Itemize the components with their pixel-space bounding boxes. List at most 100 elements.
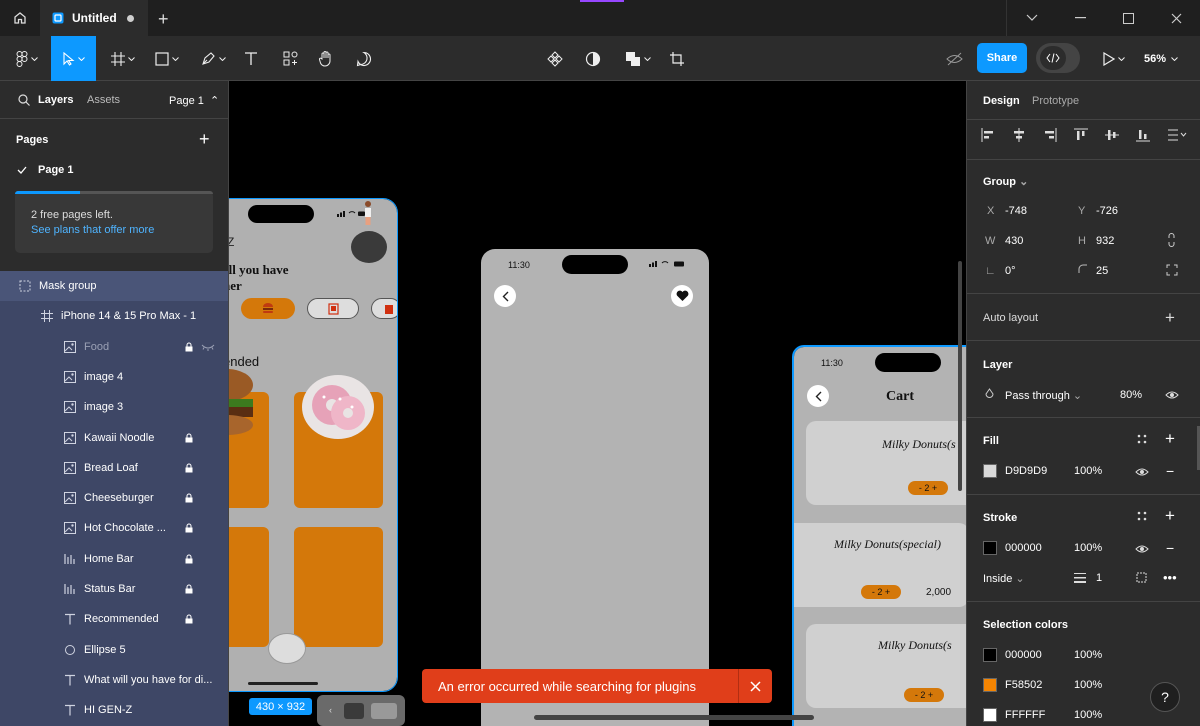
height-input[interactable]: 932 [1096, 235, 1114, 247]
hidden-eye-icon[interactable] [201, 343, 215, 351]
help-button[interactable]: ? [1150, 682, 1180, 712]
quantity-stepper[interactable]: - 2 + [904, 688, 944, 702]
home-button[interactable] [0, 0, 40, 36]
move-tool-button[interactable] [51, 36, 96, 81]
crop-button[interactable] [664, 36, 690, 81]
constrain-proportions-icon[interactable] [1167, 233, 1176, 247]
main-menu-button[interactable] [8, 36, 46, 81]
share-button[interactable]: Share [977, 43, 1027, 73]
layer-row[interactable]: Hot Chocolate ... [0, 513, 228, 543]
mask-button[interactable] [580, 36, 606, 81]
back-button[interactable] [494, 285, 516, 307]
minimize-icon[interactable] [1074, 17, 1086, 19]
rotation-input[interactable]: 0° [1005, 265, 1016, 277]
horizontal-scrollbar[interactable] [534, 715, 814, 720]
file-tab[interactable]: Untitled [40, 0, 148, 36]
fill-hex-input[interactable]: D9D9D9 [1005, 465, 1047, 477]
layer-row[interactable]: Home Bar [0, 544, 228, 574]
stroke-hex-input[interactable]: 000000 [1005, 542, 1042, 554]
lock-icon[interactable] [185, 463, 193, 473]
stroke-sides-icon[interactable] [1135, 571, 1148, 584]
align-center-h-icon[interactable] [1012, 128, 1026, 142]
boolean-ops-button[interactable] [620, 36, 656, 81]
layer-row[interactable]: What will you have for di... [0, 665, 228, 695]
vertical-scrollbar[interactable] [958, 261, 962, 491]
layer-row[interactable]: Cheeseburger [0, 483, 228, 513]
quantity-stepper[interactable]: - 2 + [861, 585, 901, 599]
maximize-icon[interactable] [1122, 12, 1134, 24]
back-button[interactable] [807, 385, 829, 407]
selection-color-opacity[interactable]: 100% [1074, 709, 1102, 721]
selection-color-hex[interactable]: FFFFFF [1005, 709, 1045, 721]
search-icon[interactable] [18, 94, 30, 106]
y-input[interactable]: -726 [1096, 205, 1118, 217]
layer-row[interactable]: Status Bar [0, 574, 228, 604]
layer-row[interactable]: Bread Loaf [0, 453, 228, 483]
add-stroke-plus-icon[interactable]: + [1165, 506, 1175, 526]
hand-tool-button[interactable] [312, 36, 340, 81]
layer-row[interactable]: image 3 [0, 392, 228, 422]
align-left-icon[interactable] [981, 128, 995, 142]
tab-prototype[interactable]: Prototype [1032, 95, 1079, 107]
create-component-button[interactable] [542, 36, 568, 81]
page-selector[interactable]: Page 1 ⌃ [169, 94, 219, 107]
layer-row[interactable]: Food [0, 332, 228, 362]
page-item[interactable]: Page 1 [0, 161, 228, 179]
layer-row[interactable]: Kawaii Noodle [0, 423, 228, 453]
stroke-color-swatch[interactable] [983, 541, 997, 555]
tab-design[interactable]: Design [983, 95, 1020, 107]
selection-color-swatch[interactable] [983, 708, 997, 722]
frame-tool-button[interactable] [104, 36, 142, 81]
text-tool-button[interactable] [238, 36, 264, 81]
lock-icon[interactable] [185, 342, 193, 352]
layer-row[interactable]: Mask group [0, 271, 228, 301]
resources-button[interactable] [276, 36, 304, 81]
independent-corners-icon[interactable] [1166, 264, 1178, 276]
eye-icon[interactable] [1165, 390, 1179, 400]
tab-assets[interactable]: Assets [87, 94, 120, 106]
selection-color-opacity[interactable]: 100% [1074, 649, 1102, 661]
phone-frame-detail[interactable]: 11:30 [481, 249, 709, 726]
see-plans-link[interactable]: See plans that offer more [31, 224, 197, 236]
lock-icon[interactable] [185, 614, 193, 624]
layer-row[interactable]: HI GEN-Z [0, 695, 228, 725]
tab-layers[interactable]: Layers [38, 94, 73, 106]
layer-row[interactable]: iPhone 14 & 15 Pro Max - 1 [0, 301, 228, 331]
align-top-icon[interactable] [1074, 128, 1088, 142]
width-input[interactable]: 430 [1005, 235, 1023, 247]
visibility-toggle-button[interactable] [940, 36, 968, 81]
eye-icon[interactable] [1135, 467, 1149, 477]
align-bottom-icon[interactable] [1136, 128, 1150, 142]
dev-mode-toggle[interactable] [1036, 43, 1080, 73]
stroke-opacity-input[interactable]: 100% [1074, 542, 1102, 554]
lock-icon[interactable] [185, 523, 193, 533]
style-grid-icon[interactable] [1137, 434, 1147, 444]
stroke-weight-input[interactable]: 1 [1096, 572, 1102, 584]
comment-tool-button[interactable] [350, 36, 378, 81]
distribute-icon[interactable] [1167, 129, 1187, 141]
resize-handle[interactable] [394, 199, 397, 202]
align-right-icon[interactable] [1043, 128, 1057, 142]
chevron-down-icon[interactable] [1026, 14, 1038, 22]
favorite-button[interactable] [671, 285, 693, 307]
corner-radius-input[interactable]: 25 [1096, 265, 1108, 277]
chevron-down-icon[interactable]: ⌄ [1019, 176, 1028, 188]
align-middle-v-icon[interactable] [1105, 128, 1119, 142]
style-grid-icon[interactable] [1137, 511, 1147, 521]
phone-frame-cart[interactable]: 11:30 Cart Milky Donuts(s - 2 + Milky Do… [792, 345, 966, 726]
selection-color-swatch[interactable] [983, 678, 997, 692]
stroke-position-dropdown[interactable]: Inside ⌄ [983, 572, 1025, 585]
layer-row[interactable]: Recommended [0, 604, 228, 634]
fill-color-swatch[interactable] [983, 464, 997, 478]
close-toast-button[interactable] [738, 669, 772, 703]
fill-opacity-input[interactable]: 100% [1074, 465, 1102, 477]
phone-frame-home[interactable]: Z ill you have ner ended [229, 198, 398, 692]
x-input[interactable]: -748 [1005, 205, 1027, 217]
zoom-dropdown[interactable]: 56% [1144, 36, 1178, 81]
selection-color-swatch[interactable] [983, 648, 997, 662]
shape-tool-button[interactable] [148, 36, 186, 81]
resize-handle[interactable] [394, 688, 397, 691]
new-tab-plus-icon[interactable]: + [158, 9, 169, 30]
lock-icon[interactable] [185, 433, 193, 443]
layer-row[interactable]: image 4 [0, 362, 228, 392]
